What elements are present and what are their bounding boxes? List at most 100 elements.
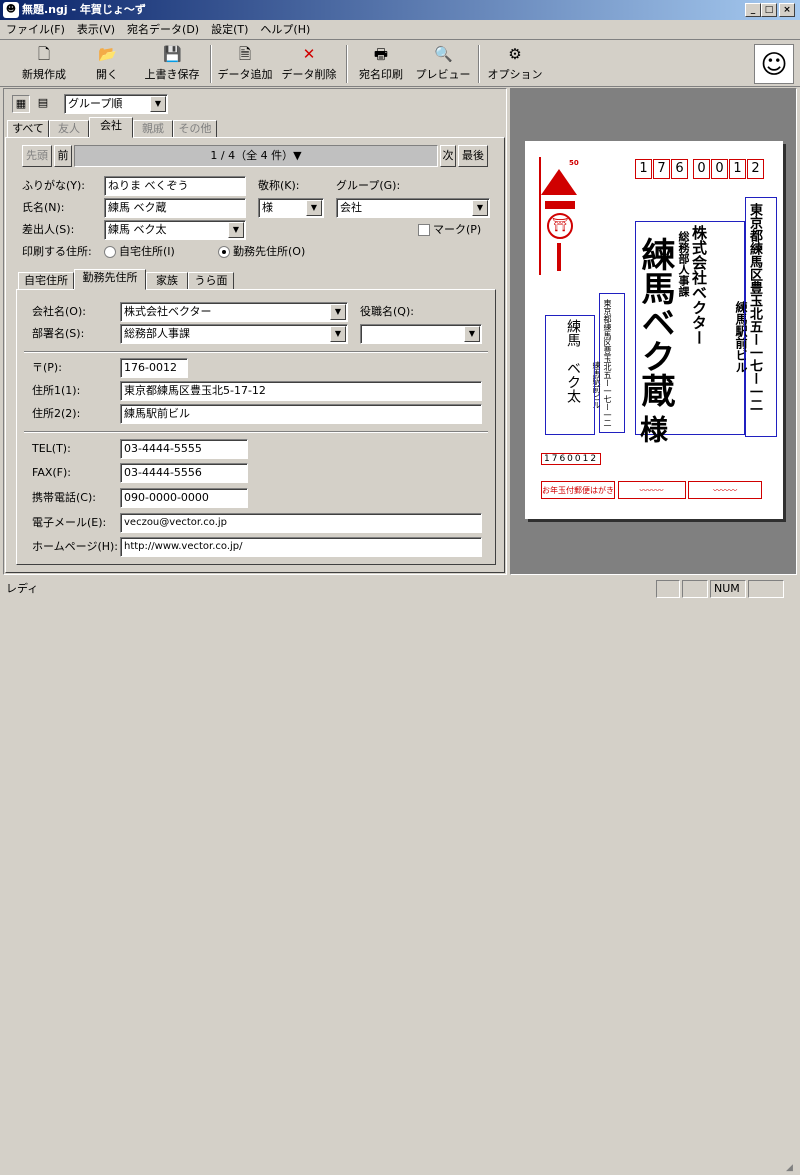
status-bar: レディ NUM ◢ — [0, 577, 800, 1173]
num-lock-indicator: NUM — [710, 580, 746, 598]
menu-bar: ファイル(F) 表示(V) 宛名データ(D) 設定(T) ヘルプ(H) — [0, 20, 800, 40]
first-record-button[interactable]: 先頭 — [22, 145, 52, 167]
new-button[interactable]: 🗋 新規作成 — [14, 43, 74, 85]
prev-record-button[interactable]: 前 — [54, 145, 72, 167]
next-record-button[interactable]: 次 — [440, 145, 456, 167]
tel-label: TEL(T): — [32, 442, 71, 455]
subtab-work[interactable]: 勤務先住所 — [74, 269, 146, 290]
radio-selected-icon — [218, 246, 230, 258]
postcard: 50 ⛩ 1760012 東京都練馬区豊玉北五ー一七ー一二 練馬駅前ビル 株式会… — [525, 141, 783, 519]
mascot-icon: ☺ — [754, 44, 794, 84]
toolbar: 🗋 新規作成 📂 開く 💾 上書き保存 🗎 データ追加 ✕ データ削除 🖶 宛名印刷 🔍 プレ… — [0, 41, 800, 87]
zip-label: 〒(P): — [32, 361, 62, 374]
preview-icon: 🔍 — [434, 45, 453, 63]
data-panel: ▦ ▤ グループ順 ▼ すべて 友人 会社 親戚 その他 先頭 前 1 / 4（全… — [3, 88, 507, 575]
honorific-select[interactable]: 様 ▼ — [258, 198, 324, 218]
printer-icon: 🖶 — [373, 45, 389, 63]
website-field[interactable]: http://www.vector.co.jp/ — [120, 537, 482, 557]
mobile-field[interactable]: 090-0000-0000 — [120, 488, 248, 508]
sender-label: 差出人(S): — [22, 223, 75, 236]
maximize-button[interactable]: □ — [761, 3, 777, 17]
tab-relatives[interactable]: 親戚 — [133, 120, 173, 138]
position-select[interactable]: ▼ — [360, 324, 482, 344]
status-text: レディ — [6, 582, 39, 595]
furigana-label: ふりがな(Y): — [22, 179, 86, 192]
minimize-button[interactable]: _ — [745, 3, 761, 17]
checkbox-icon — [418, 224, 430, 236]
position-label: 役職名(Q): — [360, 305, 414, 318]
save-button[interactable]: 💾 上書き保存 — [140, 43, 204, 85]
tab-company[interactable]: 会社 — [89, 117, 133, 138]
dragon-pattern-icon: 〰〰〰 — [688, 481, 763, 499]
address2-field[interactable]: 練馬駅前ビル — [120, 404, 482, 424]
website-label: ホームページ(H): — [32, 540, 119, 553]
fax-label: FAX(F): — [32, 466, 71, 479]
email-label: 電子メール(E): — [32, 516, 107, 529]
company-select[interactable]: 株式会社ベクター ▼ — [120, 302, 348, 322]
name-field[interactable]: 練馬 ベク蔵 — [104, 198, 246, 218]
menu-address-data[interactable]: 宛名データ(D) — [121, 20, 205, 40]
sort-select[interactable]: グループ順 ▼ — [64, 94, 168, 114]
tel-field[interactable]: 03-4444-5555 — [120, 439, 248, 459]
stamp-value: 50 — [569, 159, 579, 167]
sender-name: 練馬 ベク太 — [565, 319, 581, 403]
tab-friends[interactable]: 友人 — [49, 120, 89, 138]
grid-view-icon[interactable]: ▦ — [12, 95, 30, 113]
delete-data-button[interactable]: ✕ データ削除 — [278, 43, 340, 85]
address1-label: 住所1(1): — [32, 384, 81, 397]
address1-field[interactable]: 東京都練馬区豊玉北5-17-12 — [120, 381, 482, 401]
options-icon: ⚙ — [508, 45, 522, 63]
app-icon[interactable]: ☻ — [3, 2, 19, 18]
dept-select[interactable]: 総務部人事課 ▼ — [120, 324, 348, 344]
group-select[interactable]: 会社 ▼ — [336, 198, 490, 218]
menu-file[interactable]: ファイル(F) — [0, 20, 71, 40]
chevron-down-icon: ▼ — [306, 200, 322, 216]
furigana-field[interactable]: ねりま べくぞう — [104, 176, 246, 196]
fax-field[interactable]: 03-4444-5556 — [120, 463, 248, 483]
zip-field[interactable]: 176-0012 — [120, 358, 188, 378]
subtab-home[interactable]: 自宅住所 — [18, 272, 74, 290]
email-field[interactable]: veczou@vector.co.jp — [120, 513, 482, 533]
delete-x-icon: ✕ — [302, 45, 316, 63]
recipient-company: 株式会社ベクター — [690, 225, 708, 345]
title-bar: 無題.ngj - 年賀じょ〜ず — [0, 0, 800, 20]
sender-select[interactable]: 練馬 ベク太 ▼ — [104, 220, 246, 240]
mark-checkbox[interactable]: マーク(P) — [418, 221, 481, 239]
chevron-down-icon: ▼ — [150, 96, 166, 112]
home-address-radio[interactable]: 自宅住所(I) — [104, 243, 175, 261]
menu-help[interactable]: ヘルプ(H) — [254, 20, 316, 40]
menu-view[interactable]: 表示(V) — [71, 20, 121, 40]
sender-address: 東京都練馬区豊玉北五ー一七ー一二 — [603, 299, 612, 427]
new-file-icon: 🗋 — [37, 45, 51, 63]
dragon-pattern-icon: 〰〰〰 — [617, 481, 686, 499]
stamp-area: 50 ⛩ — [539, 157, 579, 275]
add-data-button[interactable]: 🗎 データ追加 — [214, 43, 276, 85]
record-position[interactable]: 1 / 4（全 4 件）▼ — [74, 145, 438, 167]
print-address-button[interactable]: 🖶 宛名印刷 — [352, 43, 410, 85]
close-button[interactable]: × — [779, 3, 795, 17]
menu-settings[interactable]: 設定(T) — [205, 20, 254, 40]
subtab-family[interactable]: 家族 — [146, 272, 188, 290]
open-button[interactable]: 📂 開く — [82, 43, 132, 85]
last-record-button[interactable]: 最後 — [458, 145, 488, 167]
postcard-preview-panel: 50 ⛩ 1760012 東京都練馬区豊玉北五ー一七ー一二 練馬駅前ビル 株式会… — [510, 88, 797, 575]
recipient-honorific: 様 — [636, 415, 669, 443]
resize-grip-icon[interactable]: ◢ — [786, 1163, 798, 1175]
tab-all[interactable]: すべて — [7, 120, 49, 138]
list-view-icon[interactable]: ▤ — [34, 95, 52, 113]
work-address-radio[interactable]: 勤務先住所(O) — [218, 243, 305, 261]
tab-other[interactable]: その他 — [173, 120, 217, 138]
chevron-down-icon: ▼ — [228, 222, 244, 238]
mobile-label: 携帯電話(C): — [32, 491, 96, 504]
mountain-icon — [541, 169, 577, 195]
window-title: 無題.ngj - 年賀じょ〜ず — [22, 3, 146, 16]
subtab-back[interactable]: うら面 — [188, 272, 234, 290]
folder-open-icon: 📂 — [98, 45, 117, 63]
honorific-label: 敬称(K): — [258, 179, 300, 192]
radio-icon — [104, 246, 116, 258]
options-button[interactable]: ⚙ オプション — [486, 43, 544, 85]
add-card-icon: 🗎 — [238, 45, 252, 63]
preview-button[interactable]: 🔍 プレビュー — [414, 43, 472, 85]
print-address-label: 印刷する住所: — [22, 245, 92, 258]
address2-label: 住所2(2): — [32, 407, 81, 420]
